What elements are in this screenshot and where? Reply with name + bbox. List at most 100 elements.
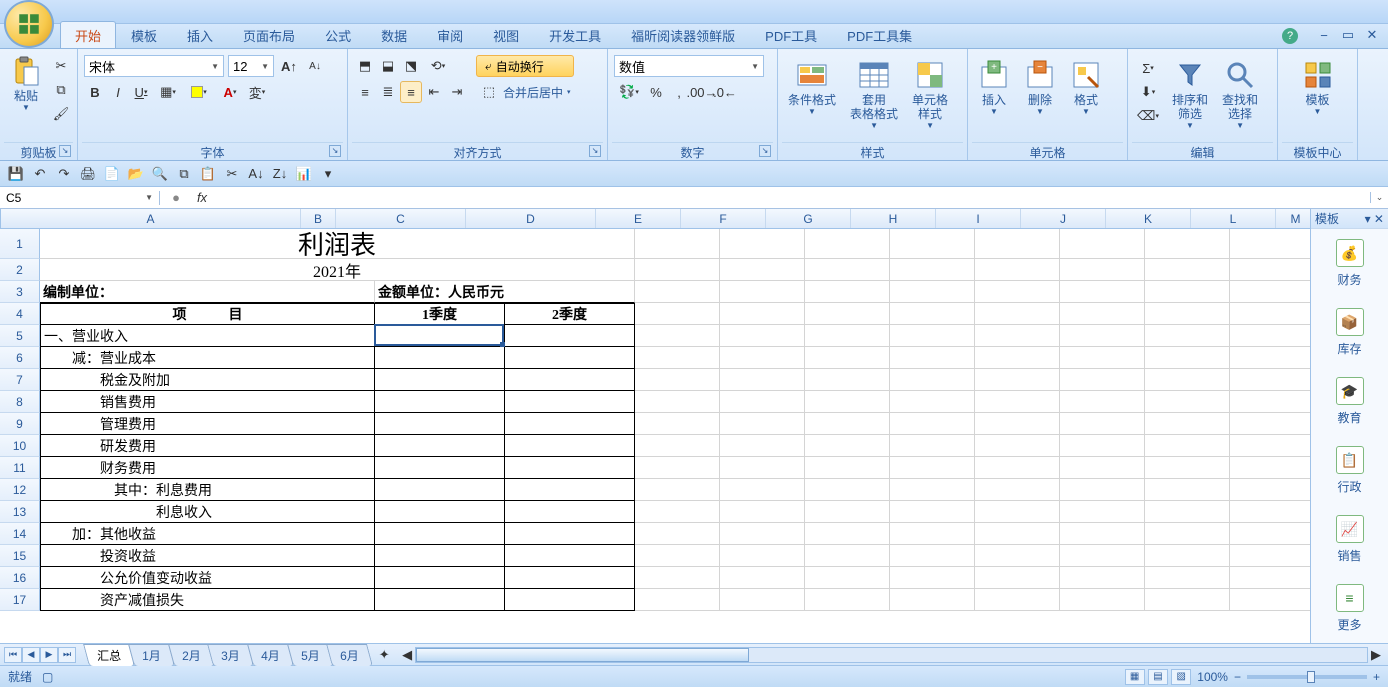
cell-r13-c3[interactable] bbox=[375, 501, 505, 523]
merge-center-button[interactable]: 合并后居中 bbox=[503, 84, 563, 101]
cell-r3-c1[interactable]: 编制单位： bbox=[40, 281, 375, 303]
align-middle-button[interactable]: ⬓ bbox=[377, 55, 399, 77]
cell-r8-c3[interactable] bbox=[375, 391, 505, 413]
cell-r12-c4[interactable] bbox=[505, 479, 635, 501]
sort-filter-button[interactable]: 排序和 筛选▼ bbox=[1166, 55, 1214, 134]
phonetic-button[interactable]: 変▾ bbox=[246, 81, 268, 103]
row-header-2[interactable]: 2 bbox=[0, 259, 40, 281]
cell-r15-c4[interactable] bbox=[505, 545, 635, 567]
font-name-combo[interactable]: 宋体▼ bbox=[84, 55, 224, 77]
border-button[interactable]: ▦▾ bbox=[153, 81, 183, 103]
col-header-G[interactable]: G bbox=[766, 209, 851, 228]
italic-button[interactable]: I bbox=[107, 81, 129, 103]
cell-r2-c1[interactable]: 2021年 bbox=[40, 259, 635, 281]
increase-decimal-button[interactable]: .00→ bbox=[691, 81, 713, 103]
cell-r9-c1[interactable]: 管理费用 bbox=[40, 413, 375, 435]
col-header-L[interactable]: L bbox=[1191, 209, 1276, 228]
zoom-out-button[interactable]: − bbox=[1234, 670, 1241, 684]
qat-paste-icon[interactable]: 📋 bbox=[198, 164, 218, 184]
cell-r10-c1[interactable]: 研发费用 bbox=[40, 435, 375, 457]
clipboard-launcher[interactable]: ↘ bbox=[59, 145, 71, 157]
conditional-format-button[interactable]: 条件格式▼ bbox=[782, 55, 842, 120]
qat-more-icon[interactable]: ▾ bbox=[318, 164, 338, 184]
cell-r14-c1[interactable]: 加：其他收益 bbox=[40, 523, 375, 545]
row-header-6[interactable]: 6 bbox=[0, 347, 40, 369]
autosum-button[interactable]: Σ▾ bbox=[1134, 57, 1162, 79]
minimize-button[interactable]: − bbox=[1314, 27, 1334, 43]
name-box[interactable]: C5▼ bbox=[0, 191, 160, 205]
cell-r16-c3[interactable] bbox=[375, 567, 505, 589]
cell-r14-c3[interactable] bbox=[375, 523, 505, 545]
ribbon-tab-0[interactable]: 开始 bbox=[60, 21, 116, 48]
decrease-indent-button[interactable]: ⇤ bbox=[423, 81, 445, 103]
increase-font-button[interactable]: A↑ bbox=[278, 55, 300, 77]
align-bottom-button[interactable]: ⬔ bbox=[400, 55, 422, 77]
new-sheet-button[interactable]: ✦ bbox=[373, 644, 395, 666]
cell-r17-c1[interactable]: 资产减值损失 bbox=[40, 589, 375, 611]
qat-chart-icon[interactable]: 📊 bbox=[294, 164, 314, 184]
cancel-formula-icon[interactable]: ● bbox=[164, 189, 188, 207]
table-style-button[interactable]: 套用 表格格式▼ bbox=[844, 55, 904, 134]
qat-cut-icon[interactable]: ✂ bbox=[222, 164, 242, 184]
formula-input[interactable] bbox=[218, 191, 1370, 205]
number-format-combo[interactable]: 数值▼ bbox=[614, 55, 764, 77]
format-cells-button[interactable]: 格式▼ bbox=[1064, 55, 1108, 120]
restore-button[interactable]: ▭ bbox=[1338, 27, 1358, 43]
expand-formula-bar[interactable]: ⌄ bbox=[1370, 192, 1388, 203]
ribbon-tab-4[interactable]: 公式 bbox=[310, 21, 366, 48]
cell-r11-c4[interactable] bbox=[505, 457, 635, 479]
help-icon[interactable]: ? bbox=[1282, 28, 1298, 44]
ribbon-tab-5[interactable]: 数据 bbox=[366, 21, 422, 48]
hscroll-left[interactable]: ◀ bbox=[399, 647, 415, 663]
cell-r9-c3[interactable] bbox=[375, 413, 505, 435]
row-header-4[interactable]: 4 bbox=[0, 303, 40, 325]
ribbon-tab-11[interactable]: PDF工具集 bbox=[832, 21, 927, 48]
cell-r12-c3[interactable] bbox=[375, 479, 505, 501]
col-header-D[interactable]: D bbox=[466, 209, 596, 228]
row-header-10[interactable]: 10 bbox=[0, 435, 40, 457]
row-header-17[interactable]: 17 bbox=[0, 589, 40, 611]
row-header-8[interactable]: 8 bbox=[0, 391, 40, 413]
paste-button[interactable]: 粘贴 ▼ bbox=[4, 51, 48, 116]
cell-r17-c3[interactable] bbox=[375, 589, 505, 611]
tab-nav-prev[interactable]: ◀ bbox=[22, 647, 40, 663]
col-header-K[interactable]: K bbox=[1106, 209, 1191, 228]
cell-r15-c1[interactable]: 投资收益 bbox=[40, 545, 375, 567]
qat-undo-icon[interactable]: ↶ bbox=[30, 164, 50, 184]
ribbon-tab-7[interactable]: 视图 bbox=[478, 21, 534, 48]
cell-r7-c4[interactable] bbox=[505, 369, 635, 391]
delete-cells-button[interactable]: − 删除▼ bbox=[1018, 55, 1062, 120]
cell-r4-c1[interactable]: 项 目 bbox=[40, 303, 375, 325]
row-header-13[interactable]: 13 bbox=[0, 501, 40, 523]
qat-new-icon[interactable]: 📄 bbox=[102, 164, 122, 184]
accounting-button[interactable]: 💱▾ bbox=[614, 81, 644, 103]
find-select-button[interactable]: 查找和 选择▼ bbox=[1216, 55, 1264, 134]
cell-r8-c4[interactable] bbox=[505, 391, 635, 413]
align-launcher[interactable]: ↘ bbox=[589, 145, 601, 157]
cell-r10-c3[interactable] bbox=[375, 435, 505, 457]
cell-r8-c1[interactable]: 销售费用 bbox=[40, 391, 375, 413]
underline-button[interactable]: U▾ bbox=[130, 81, 152, 103]
hscroll-thumb[interactable] bbox=[416, 648, 749, 662]
zoom-slider[interactable] bbox=[1247, 675, 1367, 679]
align-right-button[interactable]: ≡ bbox=[400, 81, 422, 103]
decrease-font-button[interactable]: A↓ bbox=[304, 55, 326, 77]
row-header-11[interactable]: 11 bbox=[0, 457, 40, 479]
row-header-14[interactable]: 14 bbox=[0, 523, 40, 545]
fill-button[interactable]: ⬇▾ bbox=[1134, 81, 1162, 103]
view-normal-button[interactable]: ▦ bbox=[1125, 669, 1145, 685]
copy-button[interactable]: ⧉ bbox=[50, 79, 72, 101]
cell-r1-c1[interactable]: 利润表 bbox=[40, 229, 635, 259]
cell-r7-c3[interactable] bbox=[375, 369, 505, 391]
ribbon-tab-1[interactable]: 模板 bbox=[116, 21, 172, 48]
row-header-15[interactable]: 15 bbox=[0, 545, 40, 567]
wrap-text-button[interactable]: ⤶自动换行 bbox=[476, 55, 574, 77]
hscroll-track[interactable] bbox=[415, 647, 1368, 663]
qat-redo-icon[interactable]: ↷ bbox=[54, 164, 74, 184]
template-pane-dropdown[interactable]: ▾ ✕ bbox=[1365, 212, 1384, 226]
qat-sort-desc-icon[interactable]: Z↓ bbox=[270, 164, 290, 184]
cell-r5-c4[interactable] bbox=[505, 325, 635, 347]
decrease-decimal-button[interactable]: .0← bbox=[714, 81, 736, 103]
col-header-E[interactable]: E bbox=[596, 209, 681, 228]
qat-open-icon[interactable]: 📂 bbox=[126, 164, 146, 184]
